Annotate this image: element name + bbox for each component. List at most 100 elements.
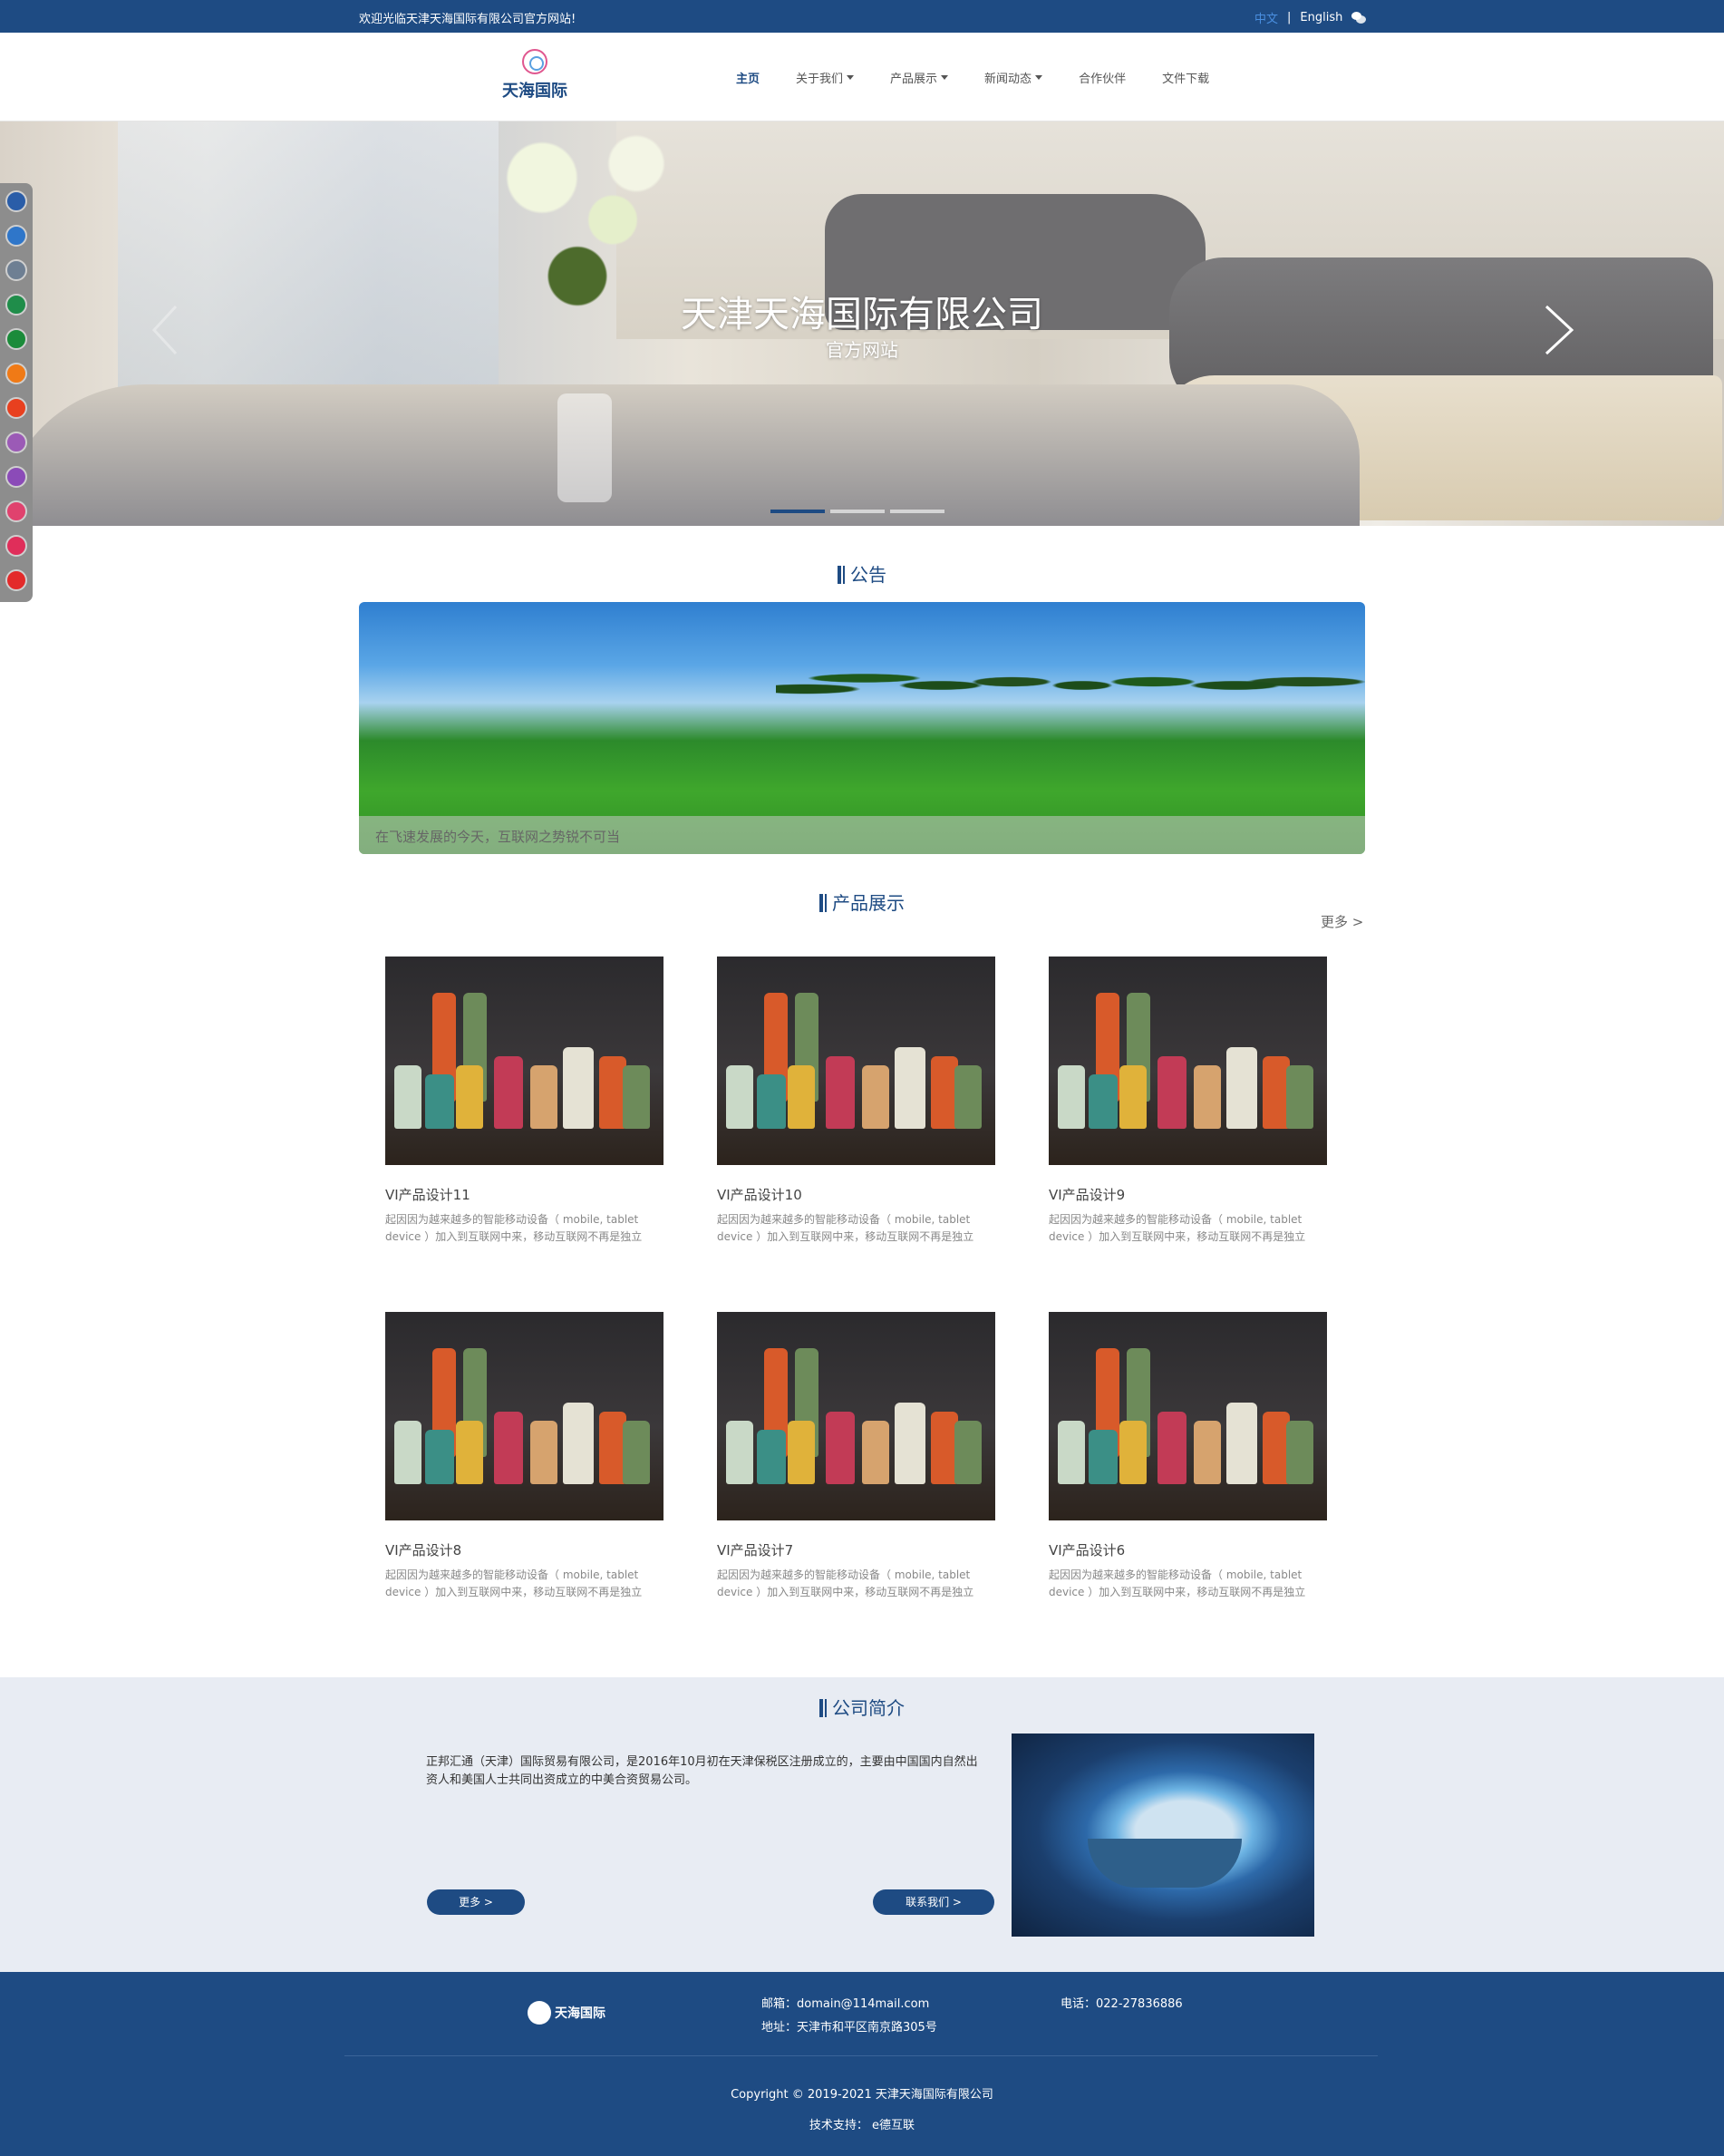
- product-card[interactable]: VI产品设计11 起因因为越来越多的智能移动设备（ mobile, tablet …: [385, 957, 663, 1246]
- product-image-decor: [456, 1421, 483, 1484]
- product-image-decor: [425, 1074, 454, 1129]
- product-image-decor: [895, 1047, 925, 1129]
- nav-item-news[interactable]: 新闻动态: [984, 69, 1043, 86]
- banner-subtitle: 官方网站: [826, 339, 898, 361]
- product-image-decor: [788, 1065, 815, 1129]
- product-name[interactable]: VI产品设计7: [717, 1540, 995, 1559]
- theme-color-picker: [0, 183, 33, 602]
- product-card[interactable]: VI产品设计6 起因因为越来越多的智能移动设备（ mobile, tablet d…: [1049, 1312, 1327, 1601]
- notice-banner[interactable]: 在飞速发展的今天，互联网之势锐不可当: [359, 602, 1365, 854]
- contact-us-button[interactable]: 联系我们 >: [873, 1889, 994, 1915]
- banner-dot[interactable]: [770, 510, 825, 513]
- theme-color-swatch[interactable]: [5, 466, 27, 488]
- logo-mark-icon: [522, 49, 547, 74]
- product-image[interactable]: [1049, 957, 1327, 1165]
- product-image-decor: [726, 1065, 753, 1129]
- theme-color-swatch[interactable]: [5, 363, 27, 384]
- banner-dot[interactable]: [830, 510, 885, 513]
- product-image-decor: [394, 1421, 421, 1484]
- theme-color-swatch[interactable]: [5, 190, 27, 212]
- product-name[interactable]: VI产品设计11: [385, 1185, 663, 1204]
- theme-color-swatch[interactable]: [5, 294, 27, 316]
- theme-color-swatch[interactable]: [5, 397, 27, 419]
- banner-prev-arrow-icon[interactable]: [149, 303, 185, 357]
- theme-color-swatch[interactable]: [5, 500, 27, 522]
- product-image-decor: [862, 1065, 889, 1129]
- site-header: 天海国际 主页 关于我们 产品展示 新闻动态 合作伙伴 文件下载: [0, 33, 1724, 121]
- product-card[interactable]: VI产品设计9 起因因为越来越多的智能移动设备（ mobile, tablet d…: [1049, 957, 1327, 1246]
- product-image-decor: [1226, 1047, 1257, 1129]
- site-logo[interactable]: 天海国际: [499, 49, 571, 103]
- lang-zh-link[interactable]: 中文: [1254, 9, 1278, 26]
- product-image-decor: [757, 1074, 786, 1129]
- product-image-decor: [1157, 1056, 1186, 1129]
- product-image[interactable]: [1049, 1312, 1327, 1520]
- product-image-decor: [456, 1065, 483, 1129]
- about-photo: [1012, 1734, 1314, 1937]
- products-more-link[interactable]: 更多 >: [1321, 912, 1363, 931]
- product-name[interactable]: VI产品设计6: [1049, 1540, 1327, 1559]
- banner-vase-decor: [557, 393, 612, 502]
- wechat-icon[interactable]: [1351, 12, 1367, 24]
- about-more-button[interactable]: 更多 >: [427, 1889, 525, 1915]
- product-image-decor: [1194, 1065, 1221, 1129]
- product-image-decor: [1119, 1065, 1147, 1129]
- about-section: 公司简介 正邦汇通（天津）国际贸易有限公司，是2016年10月初在天津保税区注册…: [0, 1677, 1724, 1972]
- product-image[interactable]: [385, 957, 663, 1165]
- site-footer: 天海国际 邮箱：domain@114mail.com 地址：天津市和平区南京路3…: [0, 1972, 1724, 2156]
- footer-logo-mark-icon: [528, 2001, 551, 2025]
- main-nav: 主页 关于我们 产品展示 新闻动态 合作伙伴 文件下载: [736, 69, 1245, 86]
- lang-en-link[interactable]: English: [1300, 11, 1342, 24]
- banner-duvet-decor: [0, 384, 1360, 526]
- welcome-text: 欢迎光临天津天海国际有限公司官方网站!: [359, 13, 576, 26]
- product-card[interactable]: VI产品设计8 起因因为越来越多的智能移动设备（ mobile, tablet d…: [385, 1312, 663, 1601]
- product-image-decor: [826, 1056, 855, 1129]
- product-image-decor: [1226, 1403, 1257, 1484]
- theme-color-swatch[interactable]: [5, 225, 27, 247]
- theme-color-swatch[interactable]: [5, 328, 27, 350]
- banner-title: 天津天海国际有限公司: [681, 294, 1043, 335]
- product-image[interactable]: [717, 1312, 995, 1520]
- product-name[interactable]: VI产品设计9: [1049, 1185, 1327, 1204]
- product-name[interactable]: VI产品设计8: [385, 1540, 663, 1559]
- about-photo-sea-decor: [1088, 1839, 1242, 1888]
- language-switcher: 中文 | English: [1254, 9, 1367, 26]
- product-image-decor: [826, 1412, 855, 1484]
- product-image-decor: [563, 1047, 594, 1129]
- nav-item-downloads[interactable]: 文件下载: [1162, 69, 1209, 86]
- theme-color-swatch[interactable]: [5, 259, 27, 281]
- product-image-decor: [1058, 1421, 1085, 1484]
- title-bar-icon: [825, 1699, 827, 1717]
- product-image-decor: [425, 1430, 454, 1484]
- product-image[interactable]: [385, 1312, 663, 1520]
- footer-copyright: Copyright © 2019-2021 天津天海国际有限公司: [731, 2088, 993, 2102]
- product-card[interactable]: VI产品设计7 起因因为越来越多的智能移动设备（ mobile, tablet d…: [717, 1312, 995, 1601]
- banner-dot[interactable]: [890, 510, 944, 513]
- product-image-decor: [1119, 1421, 1147, 1484]
- footer-divider: [344, 2055, 1378, 2056]
- logo-text: 天海国际: [502, 82, 567, 101]
- banner-next-arrow-icon[interactable]: [1541, 303, 1577, 357]
- footer-logo[interactable]: 天海国际: [528, 2001, 605, 2025]
- nav-label: 合作伙伴: [1079, 73, 1127, 86]
- banner-pagination: [770, 510, 944, 513]
- theme-color-swatch[interactable]: [5, 535, 27, 557]
- theme-color-swatch[interactable]: [5, 432, 27, 453]
- product-image[interactable]: [717, 957, 995, 1165]
- nav-item-about[interactable]: 关于我们: [796, 69, 855, 86]
- nav-item-products[interactable]: 产品展示: [890, 69, 949, 86]
- product-card[interactable]: VI产品设计10 起因因为越来越多的智能移动设备（ mobile, tablet …: [717, 957, 995, 1246]
- product-description: 起因因为越来越多的智能移动设备（ mobile, tablet device ）…: [717, 1213, 974, 1243]
- products-title-text: 产品展示: [832, 892, 905, 914]
- nav-item-home[interactable]: 主页: [736, 69, 760, 86]
- about-section-title: 公司简介: [0, 1694, 1724, 1720]
- title-bar-icon: [819, 1699, 823, 1717]
- product-name[interactable]: VI产品设计10: [717, 1185, 995, 1204]
- products-section-title: 产品展示: [0, 889, 1724, 915]
- product-image-decor: [954, 1065, 982, 1129]
- nav-label: 关于我们: [796, 73, 844, 86]
- nav-item-partners[interactable]: 合作伙伴: [1079, 69, 1126, 86]
- product-description: 起因因为越来越多的智能移动设备（ mobile, tablet device ）…: [1049, 1213, 1306, 1243]
- chevron-down-icon: [847, 75, 855, 80]
- product-image-decor: [494, 1412, 523, 1484]
